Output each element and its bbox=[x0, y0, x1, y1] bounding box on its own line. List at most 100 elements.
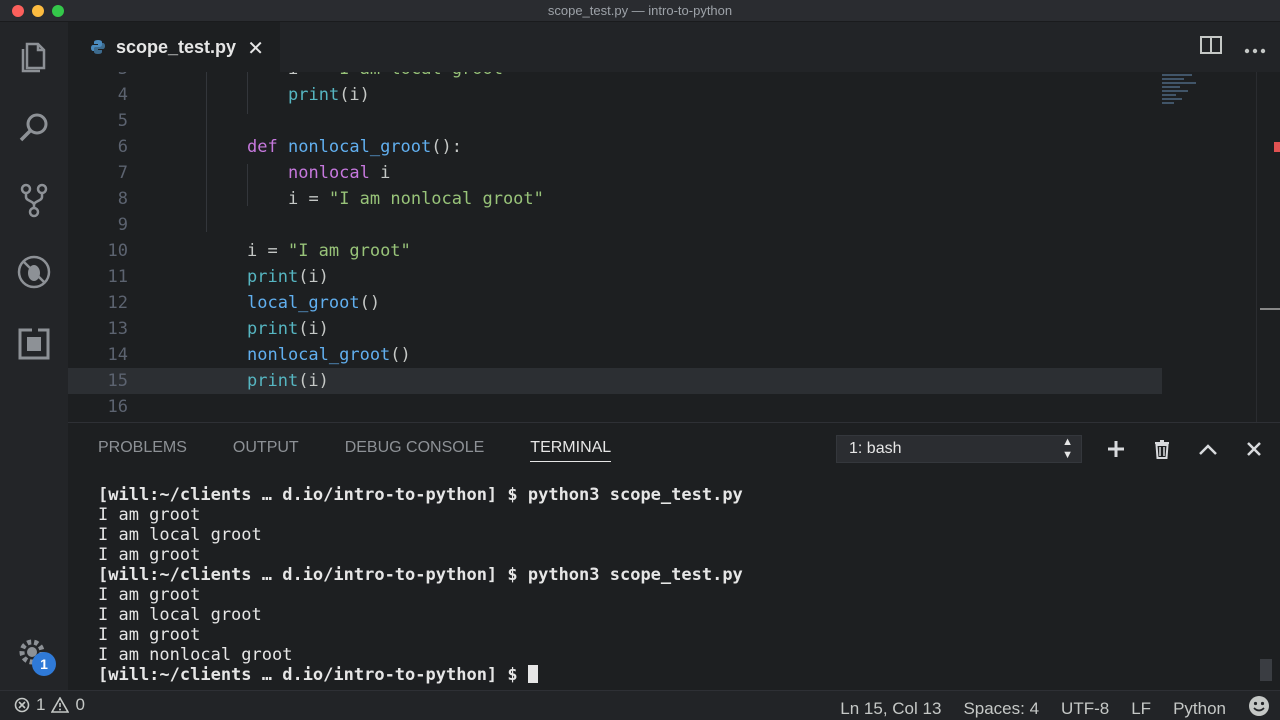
split-editor-icon[interactable] bbox=[1200, 36, 1222, 60]
debug-icon[interactable] bbox=[14, 252, 54, 292]
notification-badge: 1 bbox=[32, 652, 56, 676]
panel-actions bbox=[1104, 435, 1266, 463]
terminal-line: I am nonlocal groot bbox=[98, 645, 293, 665]
status-right: Ln 15, Col 13 Spaces: 4 UTF-8 LF Python bbox=[840, 695, 1270, 720]
warning-count: 0 bbox=[75, 695, 85, 714]
editor-actions bbox=[1200, 36, 1266, 60]
tab-terminal[interactable]: TERMINAL bbox=[530, 439, 611, 462]
cursor-position[interactable]: Ln 15, Col 13 bbox=[840, 699, 941, 719]
warning-icon bbox=[51, 697, 70, 713]
code-token: print bbox=[247, 319, 299, 339]
more-actions-icon[interactable] bbox=[1244, 37, 1266, 60]
code-text: print(i) bbox=[247, 368, 329, 394]
code-token: "I am groot" bbox=[287, 241, 411, 261]
end-of-line[interactable]: LF bbox=[1131, 699, 1151, 719]
code-line[interactable]: 11 print(i) bbox=[68, 264, 1162, 290]
code-text: i = "I am groot" bbox=[247, 238, 411, 264]
terminal-select[interactable]: 1: bash ▲ ▼ bbox=[836, 435, 1082, 463]
line-number: 7 bbox=[117, 163, 128, 183]
code-line[interactable]: 13 print(i) bbox=[68, 316, 1162, 342]
code-token: i = bbox=[288, 72, 329, 79]
maximize-panel-icon[interactable] bbox=[1196, 435, 1220, 463]
code-line[interactable]: 4 print(i) bbox=[68, 82, 1162, 108]
close-window-button[interactable] bbox=[12, 5, 24, 17]
terminal-scrollbar[interactable] bbox=[1260, 659, 1272, 681]
code-token: nonlocal bbox=[288, 163, 381, 183]
code-editor[interactable]: 3i = "I am local groot"4print(i)56def no… bbox=[68, 72, 1280, 422]
code-token: i = bbox=[288, 189, 329, 209]
editor-scrollbar[interactable] bbox=[1256, 72, 1280, 422]
terminal-line: I am groot bbox=[98, 505, 201, 525]
code-line[interactable]: 8 i = "I am nonlocal groot" bbox=[68, 186, 1162, 212]
line-number: 14 bbox=[107, 345, 128, 365]
code-line[interactable]: 16 bbox=[68, 394, 1162, 420]
code-text: i = "I am local groot" bbox=[288, 72, 513, 82]
code-token: (i) bbox=[298, 319, 329, 339]
terminal-output[interactable]: [will:~/clients … d.io/intro-to-python] … bbox=[98, 485, 743, 685]
code-token: print bbox=[247, 267, 299, 287]
trash-icon[interactable] bbox=[1150, 435, 1174, 463]
code-token: print bbox=[288, 85, 340, 105]
code-token: "I am local groot" bbox=[329, 72, 513, 79]
code-text: print(i) bbox=[247, 316, 329, 342]
terminal-line: I am groot bbox=[98, 625, 201, 645]
terminal-line: I am local groot bbox=[98, 525, 262, 545]
search-icon[interactable] bbox=[14, 108, 54, 148]
code-token: (i) bbox=[298, 267, 329, 287]
tab-label: scope_test.py bbox=[116, 36, 237, 57]
tab-debug-console[interactable]: DEBUG CONSOLE bbox=[345, 439, 485, 462]
tab-problems[interactable]: PROBLEMS bbox=[98, 439, 187, 462]
feedback-smiley-icon[interactable] bbox=[1248, 695, 1270, 720]
code-token: (i) bbox=[339, 85, 370, 105]
line-number: 10 bbox=[107, 241, 128, 261]
code-line[interactable]: 14 nonlocal_groot() bbox=[68, 342, 1162, 368]
terminal-line: I am groot bbox=[98, 545, 201, 565]
code-line[interactable]: 9 bbox=[68, 212, 1162, 238]
new-terminal-icon[interactable] bbox=[1104, 435, 1128, 463]
code-text: nonlocal_groot() bbox=[247, 342, 411, 368]
panel-tabs: PROBLEMS OUTPUT DEBUG CONSOLE TERMINAL bbox=[98, 439, 611, 462]
code-text: local_groot() bbox=[247, 290, 380, 316]
encoding[interactable]: UTF-8 bbox=[1061, 699, 1109, 719]
terminal-cursor bbox=[527, 665, 538, 683]
code-token: nonlocal_groot bbox=[287, 137, 432, 157]
select-arrows-icon: ▲ ▼ bbox=[1062, 436, 1073, 461]
terminal-line: I am local groot bbox=[98, 605, 262, 625]
code-token: (): bbox=[431, 137, 462, 157]
indentation[interactable]: Spaces: 4 bbox=[963, 699, 1039, 719]
line-number: 4 bbox=[117, 85, 128, 105]
code-text: print(i) bbox=[247, 264, 329, 290]
close-tab-icon[interactable]: ✕ bbox=[247, 36, 264, 61]
code-line[interactable]: 3 i = "I am local groot" bbox=[68, 72, 1162, 82]
code-line[interactable]: 7 nonlocal i bbox=[68, 160, 1162, 186]
terminal-line: [will:~/clients … d.io/intro-to-python] … bbox=[98, 665, 743, 685]
code-text: def nonlocal_groot(): bbox=[247, 134, 462, 160]
problems-status[interactable]: 1 0 bbox=[14, 695, 85, 715]
code-line[interactable]: 15 print(i) bbox=[68, 368, 1162, 394]
tab-output[interactable]: OUTPUT bbox=[233, 439, 299, 462]
terminal-line: [will:~/clients … d.io/intro-to-python] … bbox=[98, 485, 743, 505]
maximize-window-button[interactable] bbox=[52, 5, 64, 17]
close-panel-icon[interactable] bbox=[1242, 435, 1266, 463]
code-token: def bbox=[247, 137, 288, 157]
explorer-icon[interactable] bbox=[14, 36, 54, 76]
code-line[interactable]: 6 def nonlocal_groot(): bbox=[68, 134, 1162, 160]
scroll-position-marker bbox=[1260, 308, 1280, 310]
language-mode[interactable]: Python bbox=[1173, 699, 1226, 719]
terminal-select-value: 1: bash bbox=[849, 440, 902, 457]
tab-scope-test[interactable]: scope_test.py ✕ bbox=[68, 22, 280, 72]
extensions-icon[interactable] bbox=[14, 324, 54, 364]
line-number: 12 bbox=[107, 293, 128, 313]
line-number: 11 bbox=[107, 267, 128, 287]
code-line[interactable]: 12 local_groot() bbox=[68, 290, 1162, 316]
minimap[interactable] bbox=[1162, 72, 1222, 112]
source-control-icon[interactable] bbox=[14, 180, 54, 220]
line-number: 3 bbox=[68, 72, 128, 82]
title-bar: scope_test.py — intro-to-python bbox=[0, 0, 1280, 22]
code-line[interactable]: 10 i = "I am groot" bbox=[68, 238, 1162, 264]
editor-tab-bar: scope_test.py ✕ bbox=[68, 22, 1280, 72]
bottom-panel: PROBLEMS OUTPUT DEBUG CONSOLE TERMINAL 1… bbox=[68, 422, 1280, 690]
code-line[interactable]: 5 bbox=[68, 108, 1162, 134]
code-token: (i) bbox=[298, 371, 329, 391]
minimize-window-button[interactable] bbox=[32, 5, 44, 17]
